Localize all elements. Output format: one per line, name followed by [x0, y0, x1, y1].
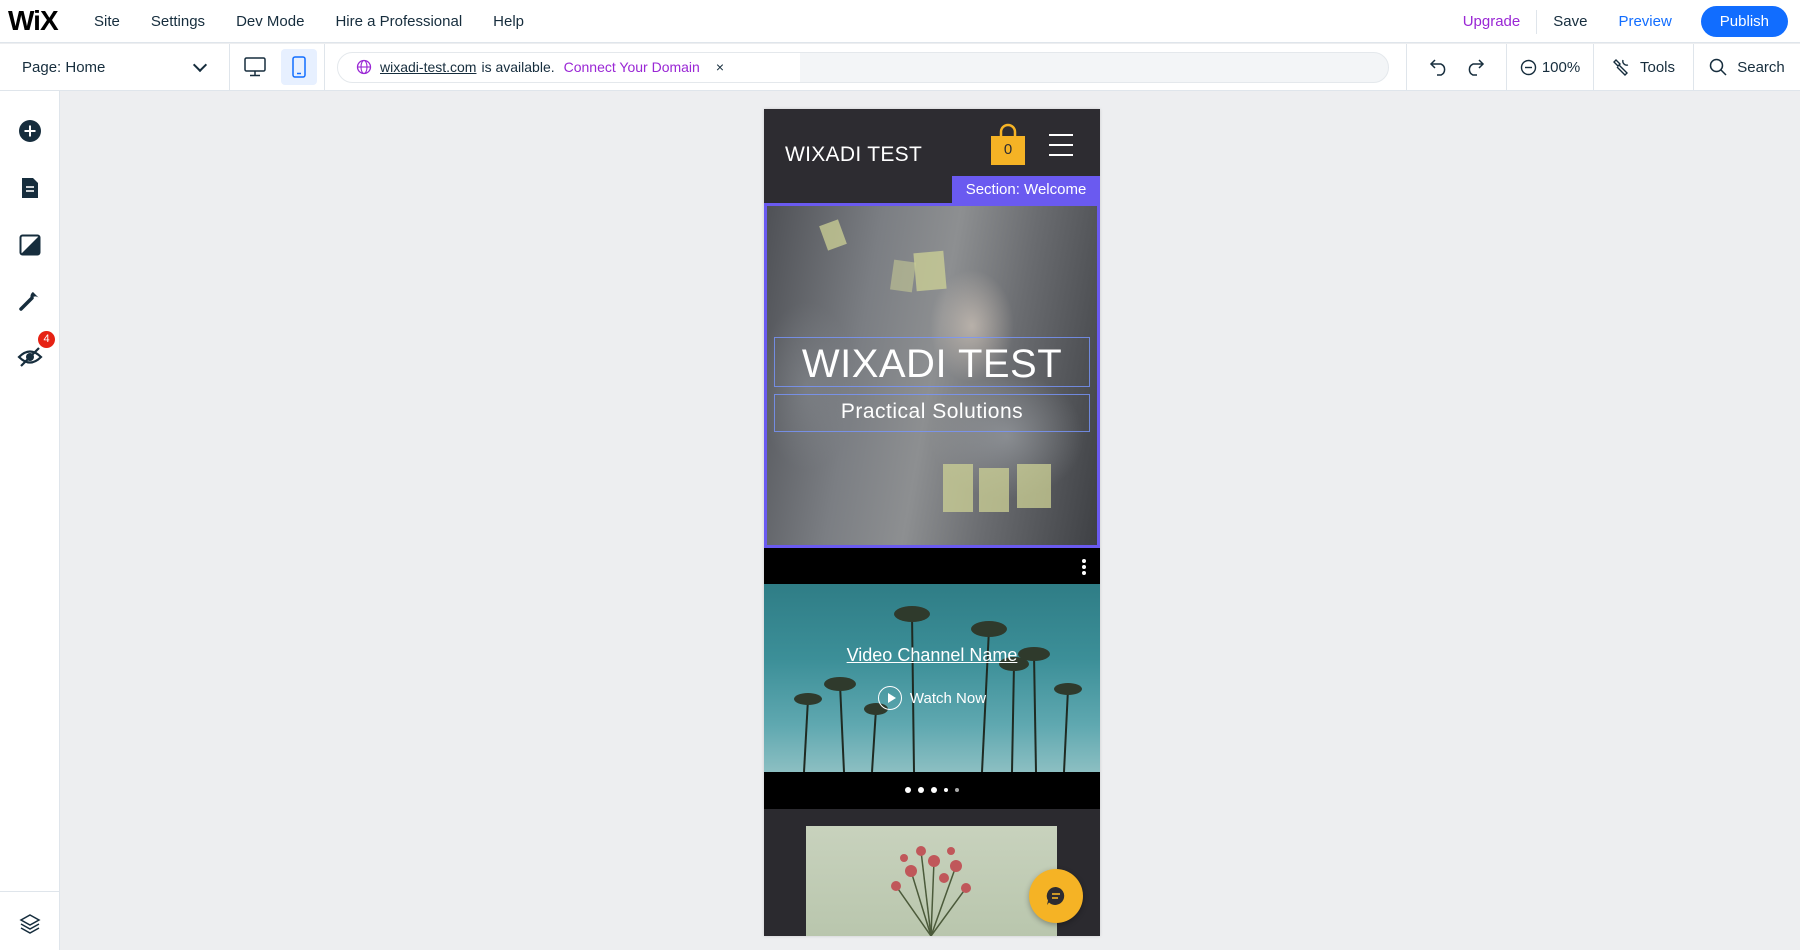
upgrade-link[interactable]: Upgrade — [1463, 13, 1521, 30]
search-button[interactable]: Search — [1694, 44, 1800, 91]
publish-button[interactable]: Publish — [1700, 6, 1788, 37]
welcome-section[interactable]: WIXADI TEST Practical Solutions — [764, 203, 1100, 548]
menu-hire-professional[interactable]: Hire a Professional — [335, 13, 462, 30]
palm-trees-image — [794, 606, 1082, 772]
page-selector-label: Page: Home — [22, 58, 106, 76]
hamburger-menu-icon[interactable] — [1049, 134, 1073, 164]
tools-icon — [1612, 59, 1629, 76]
tools-button[interactable]: Tools — [1594, 43, 1694, 91]
pages-button[interactable] — [14, 172, 46, 204]
site-header[interactable]: WIXADI TEST 0 Section: Welcome — [764, 109, 1100, 203]
close-icon[interactable]: × — [716, 59, 724, 75]
sticky-note-image — [913, 250, 947, 292]
sticky-note-image — [890, 259, 916, 293]
chat-icon — [1046, 886, 1065, 905]
video-slider-bar — [764, 772, 1100, 809]
section-label[interactable]: Section: Welcome — [952, 176, 1100, 203]
slider-dot[interactable] — [955, 788, 959, 792]
save-button[interactable]: Save — [1553, 13, 1587, 30]
page-selector[interactable]: Page: Home — [0, 43, 230, 91]
wix-logo[interactable]: WiX — [8, 5, 94, 37]
globe-icon — [356, 59, 372, 75]
site-header-title[interactable]: WIXADI TEST — [785, 143, 922, 167]
mobile-site-preview[interactable]: WIXADI TEST 0 Section: Welcome WIXADI TE… — [764, 109, 1100, 936]
sticky-note-image — [943, 464, 973, 512]
slider-dots — [764, 787, 1100, 793]
undo-redo-group — [1407, 43, 1507, 91]
menu-settings[interactable]: Settings — [151, 13, 205, 30]
visibility-issues-button[interactable]: 4 — [14, 331, 55, 373]
zoom-level: 100% — [1541, 58, 1581, 76]
layers-icon — [19, 914, 41, 934]
left-sidebar: 4 — [0, 91, 60, 950]
connect-domain-link[interactable]: Connect Your Domain — [564, 59, 700, 75]
sticky-note-image — [1017, 464, 1051, 508]
notification-badge: 4 — [38, 331, 55, 348]
slider-dot[interactable] — [944, 788, 948, 792]
search-label: Search — [1737, 58, 1785, 76]
menu-site[interactable]: Site — [94, 13, 120, 30]
cart-count: 0 — [1003, 141, 1013, 158]
add-elements-button[interactable] — [14, 115, 46, 147]
sticky-note-image — [979, 468, 1009, 512]
zoom-out-icon — [1520, 59, 1537, 75]
mobile-icon — [292, 56, 306, 78]
slider-dot[interactable] — [918, 787, 924, 793]
more-options-icon[interactable] — [1082, 559, 1086, 577]
domain-name-link[interactable]: wixadi-test.com — [380, 59, 476, 75]
chat-button[interactable] — [1029, 869, 1083, 923]
divider — [1536, 9, 1538, 34]
device-switcher — [230, 43, 325, 91]
visibility-icon — [17, 347, 43, 367]
tools-label: Tools — [1639, 58, 1676, 76]
menu-dev-mode[interactable]: Dev Mode — [236, 13, 304, 30]
menu-help[interactable]: Help — [493, 13, 524, 30]
add-icon — [19, 120, 41, 142]
top-bar: WiX Site Settings Dev Mode Hire a Profes… — [0, 0, 1800, 43]
flowers-image[interactable] — [806, 826, 1057, 936]
slider-dot[interactable] — [905, 787, 911, 793]
slider-dot[interactable] — [931, 787, 937, 793]
flowers-illustration — [891, 846, 971, 936]
watch-now-button[interactable]: Watch Now — [764, 686, 1100, 710]
design-button[interactable] — [14, 229, 46, 261]
hero-title[interactable]: WIXADI TEST — [767, 342, 1097, 387]
search-icon — [1709, 58, 1727, 76]
preview-button[interactable]: Preview — [1618, 13, 1671, 30]
redo-icon[interactable] — [1465, 58, 1485, 76]
settings-tools-button[interactable] — [14, 285, 46, 317]
zoom-control[interactable]: 100% — [1507, 43, 1594, 91]
domain-banner: wixadi-test.com is available. Connect Yo… — [337, 51, 1389, 83]
sticky-note-image — [819, 219, 847, 251]
main-menu: Site Settings Dev Mode Hire a Profession… — [94, 0, 555, 43]
sidebar-divider — [0, 891, 60, 892]
video-player[interactable]: Video Channel Name Watch Now — [764, 584, 1100, 772]
hero-subtitle[interactable]: Practical Solutions — [767, 400, 1097, 424]
desktop-view-button[interactable] — [237, 49, 273, 85]
top-actions: Upgrade Save Preview Publish — [1463, 0, 1800, 43]
video-channel-link[interactable]: Video Channel Name — [764, 645, 1100, 666]
layers-button[interactable] — [14, 908, 46, 940]
canvas-scroll-track[interactable] — [1785, 91, 1800, 950]
editor-toolbar: Page: Home wixadi-test.com is available.… — [0, 43, 1800, 91]
domain-available-text: is available. — [481, 59, 555, 75]
wrench-icon — [19, 292, 39, 311]
mobile-view-button[interactable] — [281, 49, 317, 85]
desktop-icon — [244, 57, 266, 77]
video-header-bar — [764, 548, 1100, 584]
chevron-down-icon — [192, 57, 208, 72]
watch-now-label: Watch Now — [909, 689, 987, 707]
play-icon — [877, 686, 902, 710]
cart-button[interactable]: 0 — [990, 123, 1026, 165]
undo-icon[interactable] — [1429, 58, 1449, 76]
design-icon — [19, 234, 41, 256]
domain-bar: wixadi-test.com is available. Connect Yo… — [325, 43, 1407, 91]
pages-icon — [22, 178, 38, 198]
